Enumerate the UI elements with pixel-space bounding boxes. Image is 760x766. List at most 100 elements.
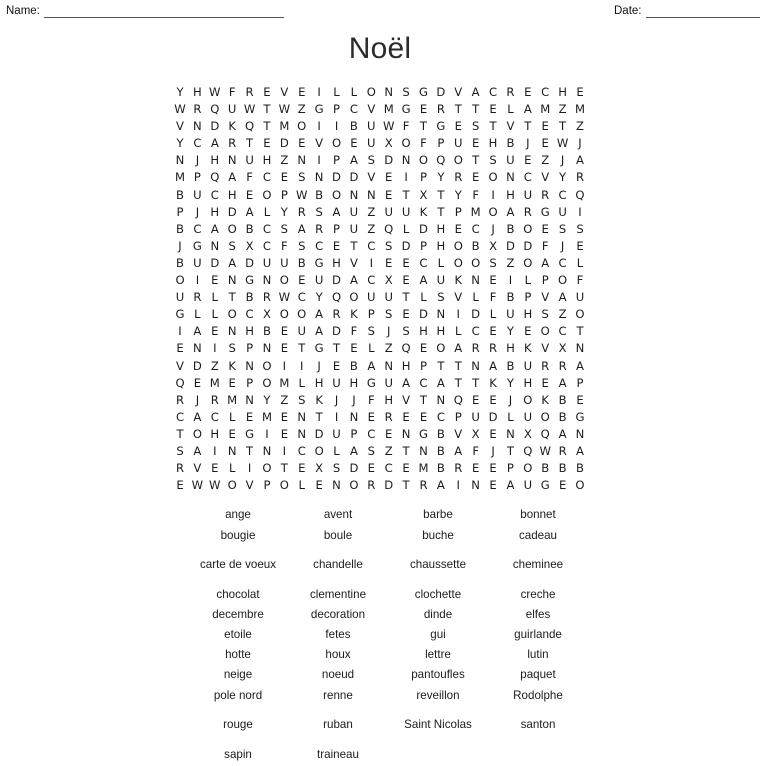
grid-cell[interactable]: B (467, 238, 484, 255)
grid-cell[interactable]: J (571, 135, 588, 152)
grid-cell[interactable]: S (363, 323, 380, 340)
word-list-item[interactable]: etoile (188, 625, 288, 645)
word-list-item[interactable]: fetes (288, 625, 388, 645)
grid-cell[interactable]: X (310, 460, 327, 477)
grid-cell[interactable]: R (328, 306, 345, 323)
grid-cell[interactable]: N (258, 272, 275, 289)
grid-cell[interactable]: R (484, 340, 501, 357)
grid-cell[interactable]: Y (171, 84, 188, 101)
word-list-item[interactable]: barbe (388, 505, 488, 525)
grid-cell[interactable]: C (554, 255, 571, 272)
grid-cell[interactable]: T (397, 187, 414, 204)
grid-cell[interactable]: N (223, 443, 240, 460)
grid-cell[interactable]: E (293, 460, 310, 477)
grid-cell[interactable]: E (519, 323, 536, 340)
grid-cell[interactable]: A (484, 358, 501, 375)
grid-cell[interactable]: J (502, 392, 519, 409)
grid-cell[interactable]: X (484, 238, 501, 255)
grid-cell[interactable]: E (519, 152, 536, 169)
grid-cell[interactable]: C (206, 187, 223, 204)
word-list-item[interactable]: guirlande (488, 625, 588, 645)
grid-cell[interactable]: R (189, 289, 206, 306)
grid-cell[interactable]: N (415, 443, 432, 460)
word-list-item[interactable]: houx (288, 645, 388, 665)
grid-cell[interactable]: E (397, 255, 414, 272)
grid-cell[interactable]: X (380, 135, 397, 152)
grid-cell[interactable]: C (415, 375, 432, 392)
word-list-item[interactable]: paquet (488, 665, 588, 685)
grid-cell[interactable]: X (467, 426, 484, 443)
grid-cell[interactable]: V (189, 460, 206, 477)
grid-cell[interactable]: T (310, 409, 327, 426)
grid-cell[interactable]: N (223, 323, 240, 340)
grid-cell[interactable]: P (450, 409, 467, 426)
grid-cell[interactable]: T (571, 323, 588, 340)
grid-cell[interactable]: E (484, 272, 501, 289)
grid-cell[interactable]: E (450, 118, 467, 135)
grid-cell[interactable]: U (519, 409, 536, 426)
grid-cell[interactable]: O (328, 135, 345, 152)
grid-cell[interactable]: H (519, 306, 536, 323)
grid-cell[interactable]: W (276, 101, 293, 118)
grid-cell[interactable]: M (537, 101, 554, 118)
grid-cell[interactable]: I (276, 443, 293, 460)
word-list-item[interactable]: ruban (288, 706, 388, 745)
grid-cell[interactable]: D (432, 84, 449, 101)
grid-cell[interactable]: O (276, 272, 293, 289)
grid-cell[interactable]: E (258, 84, 275, 101)
grid-cell[interactable]: R (519, 204, 536, 221)
grid-cell[interactable]: K (484, 375, 501, 392)
grid-cell[interactable]: A (554, 375, 571, 392)
grid-cell[interactable]: Z (554, 101, 571, 118)
grid-cell[interactable]: X (415, 187, 432, 204)
grid-cell[interactable]: R (171, 460, 188, 477)
grid-cell[interactable]: B (432, 460, 449, 477)
grid-cell[interactable]: C (363, 238, 380, 255)
grid-cell[interactable]: E (328, 238, 345, 255)
grid-cell[interactable]: T (554, 118, 571, 135)
grid-cell[interactable]: O (223, 221, 240, 238)
grid-cell[interactable]: C (484, 84, 501, 101)
grid-cell[interactable]: J (380, 323, 397, 340)
grid-cell[interactable]: U (363, 289, 380, 306)
grid-cell[interactable]: E (484, 477, 501, 494)
grid-cell[interactable]: V (345, 255, 362, 272)
grid-cell[interactable]: A (571, 358, 588, 375)
grid-cell[interactable]: N (310, 169, 327, 186)
grid-cell[interactable]: O (293, 118, 310, 135)
grid-cell[interactable]: P (415, 169, 432, 186)
grid-cell[interactable]: A (554, 289, 571, 306)
grid-cell[interactable]: F (241, 169, 258, 186)
grid-cell[interactable]: S (328, 460, 345, 477)
grid-cell[interactable]: F (363, 392, 380, 409)
grid-cell[interactable]: G (363, 375, 380, 392)
grid-cell[interactable]: E (258, 135, 275, 152)
grid-cell[interactable]: H (502, 187, 519, 204)
grid-cell[interactable]: E (397, 409, 414, 426)
grid-cell[interactable]: V (241, 477, 258, 494)
grid-cell[interactable]: H (345, 375, 362, 392)
grid-cell[interactable]: P (345, 426, 362, 443)
grid-cell[interactable]: E (276, 323, 293, 340)
grid-cell[interactable]: L (363, 340, 380, 357)
grid-cell[interactable]: B (345, 118, 362, 135)
grid-cell[interactable]: P (189, 169, 206, 186)
grid-cell[interactable]: S (310, 204, 327, 221)
grid-cell[interactable]: V (537, 169, 554, 186)
grid-cell[interactable]: T (258, 101, 275, 118)
word-list-item[interactable]: reveillon (388, 685, 488, 705)
grid-cell[interactable]: U (189, 187, 206, 204)
grid-cell[interactable]: I (310, 118, 327, 135)
grid-cell[interactable]: E (380, 426, 397, 443)
grid-cell[interactable]: J (189, 152, 206, 169)
grid-cell[interactable]: J (554, 238, 571, 255)
grid-cell[interactable]: B (502, 221, 519, 238)
grid-cell[interactable]: S (432, 289, 449, 306)
grid-cell[interactable]: Z (293, 101, 310, 118)
grid-cell[interactable]: O (519, 392, 536, 409)
grid-cell[interactable]: N (380, 358, 397, 375)
grid-cell[interactable]: J (328, 392, 345, 409)
grid-cell[interactable]: O (328, 187, 345, 204)
grid-cell[interactable]: A (241, 204, 258, 221)
grid-cell[interactable]: C (432, 409, 449, 426)
